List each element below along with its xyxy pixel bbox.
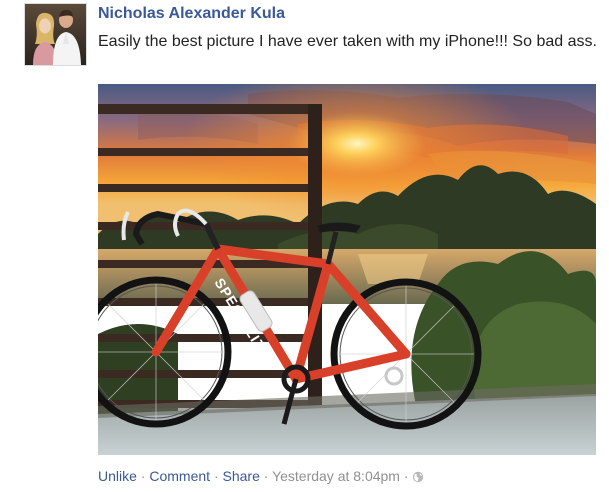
separator: ·	[213, 468, 219, 484]
author-name-link[interactable]: Nicholas Alexander Kula	[98, 5, 285, 23]
post-photo[interactable]: SPECIALIZED	[98, 84, 596, 455]
timestamp[interactable]: Yesterday at 8:04pm	[272, 468, 400, 484]
sunset-bike-photo: SPECIALIZED	[98, 84, 596, 455]
profile-avatar[interactable]	[24, 3, 87, 66]
avatar-photo	[25, 4, 86, 65]
globe-icon[interactable]	[412, 470, 424, 486]
comment-link[interactable]: Comment	[149, 468, 210, 484]
separator: ·	[140, 468, 146, 484]
separator: ·	[263, 468, 269, 484]
share-link[interactable]: Share	[223, 468, 260, 484]
separator: ·	[403, 468, 409, 484]
unlike-link[interactable]: Unlike	[98, 468, 137, 484]
post-actions: Unlike · Comment · Share · Yesterday at …	[98, 468, 424, 486]
post-message: Easily the best picture I have ever take…	[98, 33, 597, 50]
